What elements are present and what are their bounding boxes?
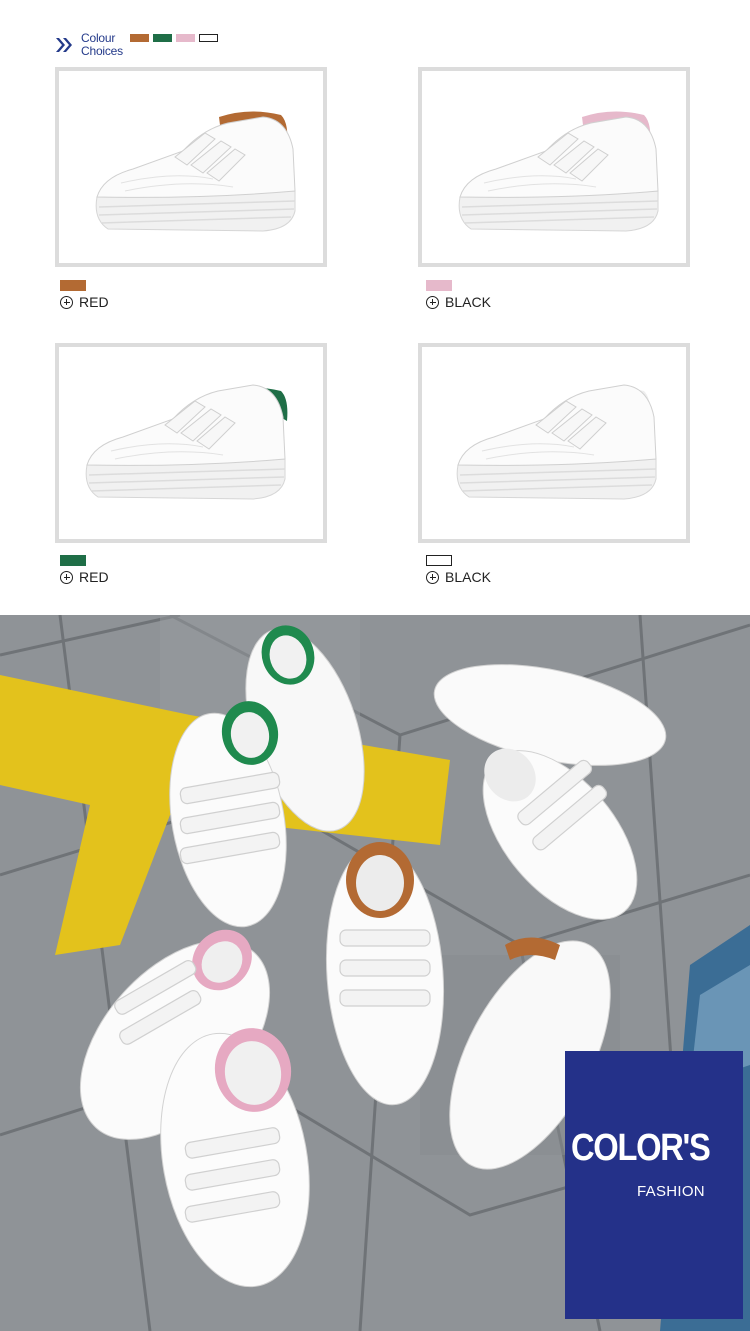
- swatch-green[interactable]: [153, 34, 172, 42]
- option-brown[interactable]: RED: [60, 294, 109, 310]
- product-card-white[interactable]: [418, 343, 690, 543]
- option-label: RED: [79, 294, 109, 310]
- double-chevron-icon: [55, 35, 77, 55]
- product-card-green[interactable]: [55, 343, 327, 543]
- shoe-image-white: [456, 384, 657, 500]
- plus-circle-icon: [426, 295, 439, 309]
- colors-fashion-banner: COLOR'S FASHION: [565, 1051, 743, 1319]
- swatch-chip-brown: [60, 280, 86, 291]
- option-white[interactable]: BLACK: [426, 569, 491, 585]
- swatch-chip-green: [60, 555, 86, 566]
- colour-choices-header: Colour Choices: [55, 30, 123, 60]
- swatch-brown[interactable]: [130, 34, 149, 42]
- option-label: BLACK: [445, 294, 491, 310]
- banner-subtitle: FASHION: [637, 1183, 705, 1200]
- header-line-2: Choices: [81, 44, 123, 58]
- plus-circle-icon: [60, 295, 73, 309]
- product-card-pink[interactable]: [418, 67, 690, 267]
- swatch-chip-pink: [426, 280, 452, 291]
- plus-circle-icon: [60, 570, 73, 584]
- shoe-image-brown: [95, 111, 296, 232]
- product-card-brown[interactable]: [55, 67, 327, 267]
- swatch-chip-white: [426, 555, 452, 566]
- option-pink[interactable]: BLACK: [426, 294, 491, 310]
- colour-swatch-strip: [130, 34, 218, 42]
- banner-title: COLOR'S: [571, 1127, 711, 1169]
- option-green[interactable]: RED: [60, 569, 109, 585]
- shoe-image-pink: [458, 111, 659, 232]
- swatch-pink[interactable]: [176, 34, 195, 42]
- swatch-white[interactable]: [199, 34, 218, 42]
- plus-circle-icon: [426, 570, 439, 584]
- shoe-image-green: [85, 384, 288, 500]
- option-label: RED: [79, 569, 109, 585]
- option-label: BLACK: [445, 569, 491, 585]
